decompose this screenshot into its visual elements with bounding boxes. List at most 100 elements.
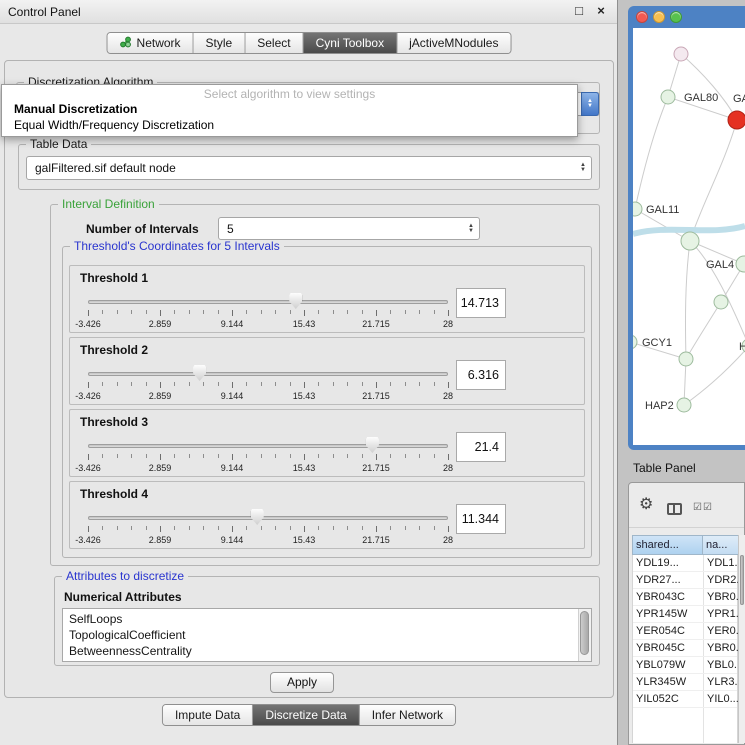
slider-tick <box>261 526 262 530</box>
scrollbar-thumb[interactable] <box>740 555 744 605</box>
table-row[interactable]: YBL079WYBL0... <box>633 657 737 674</box>
slider-tick <box>117 454 118 458</box>
slider-thumb[interactable] <box>366 437 379 453</box>
popup-option-manual-discretization[interactable]: Manual Discretization <box>2 101 577 117</box>
threshold-value-field[interactable]: 21.4 <box>456 432 506 462</box>
threshold-slider[interactable]: -3.4262.8599.14415.4321.71528 <box>88 436 448 476</box>
network-node[interactable] <box>681 232 699 250</box>
table-scrollbar[interactable] <box>738 535 745 743</box>
slider-tick <box>88 526 89 532</box>
tab-style[interactable]: Style <box>194 33 246 53</box>
number-of-intervals-combobox[interactable]: 5 ▲ ▼ <box>218 217 480 240</box>
gear-button[interactable]: ⚙ <box>639 497 653 513</box>
slider-track[interactable] <box>88 300 448 304</box>
table-row[interactable]: YBR043CYBR0... <box>633 589 737 606</box>
window-minimize-button[interactable] <box>653 11 665 23</box>
slider-tick <box>261 310 262 314</box>
node-label: GAL80 <box>684 92 718 104</box>
slider-tick <box>290 382 291 386</box>
window-zoom-button[interactable] <box>670 11 682 23</box>
network-node[interactable] <box>677 398 691 412</box>
slider-track[interactable] <box>88 444 448 448</box>
column-header-name[interactable]: na... <box>703 535 739 555</box>
network-edge[interactable] <box>685 241 690 359</box>
slider-tick <box>160 526 161 532</box>
popup-hint: Select algorithm to view settings <box>2 85 577 101</box>
attribute-item[interactable]: BetweennessCentrality <box>63 643 591 659</box>
slider-tick <box>203 526 204 530</box>
network-edge[interactable] <box>686 302 721 359</box>
network-node[interactable] <box>633 335 637 349</box>
toolbar-divider <box>629 527 744 528</box>
slider-thumb[interactable] <box>193 365 206 381</box>
network-edge[interactable] <box>684 346 745 405</box>
select-columns-icon[interactable]: ☑☑ <box>693 502 713 513</box>
slider-thumb[interactable] <box>251 509 264 525</box>
slider-tick <box>117 382 118 386</box>
threshold-slider[interactable]: -3.4262.8599.14415.4321.71528 <box>88 508 448 548</box>
tab-discretize-data[interactable]: Discretize Data <box>253 705 359 725</box>
slider-tick <box>174 454 175 458</box>
network-node[interactable] <box>714 295 728 309</box>
combo-stepper[interactable]: ▲ ▼ <box>468 224 474 234</box>
thresholds-label: Threshold's Coordinates for 5 Intervals <box>70 239 284 253</box>
table-row[interactable]: YLR345WYLR3... <box>633 674 737 691</box>
threshold-value-field[interactable]: 14.713 <box>456 288 506 318</box>
network-node[interactable] <box>728 111 745 129</box>
network-edge[interactable] <box>690 241 745 346</box>
network-edge[interactable] <box>690 120 737 241</box>
tab-impute-data[interactable]: Impute Data <box>163 705 253 725</box>
network-node[interactable] <box>633 202 642 216</box>
threshold-slider[interactable]: -3.4262.8599.14415.4321.71528 <box>88 364 448 404</box>
slider-tick <box>88 382 89 388</box>
network-node[interactable] <box>679 352 693 366</box>
network-edge[interactable] <box>635 97 668 209</box>
table-row[interactable]: YPR145WYPR1... <box>633 606 737 623</box>
threshold-value-field[interactable]: 11.344 <box>456 504 506 534</box>
tab-cyni-toolbox[interactable]: Cyni Toolbox <box>304 33 397 53</box>
tab-network[interactable]: Network <box>108 33 194 53</box>
attributes-scrollbar[interactable] <box>578 609 591 661</box>
slider-track[interactable] <box>88 372 448 376</box>
tab-jactivemnodules[interactable]: jActiveMNodules <box>397 33 510 53</box>
slider-tick <box>318 382 319 386</box>
float-button[interactable]: □ <box>571 3 587 18</box>
combo-stepper[interactable]: ▲ ▼ <box>580 163 586 173</box>
cell-shared-name: YPR145W <box>636 606 687 623</box>
network-edge[interactable] <box>681 54 737 120</box>
table-row[interactable]: YIL052CYIL0... <box>633 691 737 708</box>
network-canvas[interactable]: GAL80GAGAL11GAL4GCY1HHAP2 <box>633 28 745 445</box>
network-node[interactable] <box>661 90 675 104</box>
window-close-button[interactable] <box>636 11 648 23</box>
table-row[interactable]: YDR27...YDR2... <box>633 572 737 589</box>
slider-thumb[interactable] <box>289 293 302 309</box>
tab-infer-network[interactable]: Infer Network <box>360 705 455 725</box>
popup-option-equal-width-frequency-discretization[interactable]: Equal Width/Frequency Discretization <box>2 117 577 133</box>
slider-track[interactable] <box>88 516 448 520</box>
tick-label: 21.715 <box>362 535 390 545</box>
table-row[interactable]: YER054CYER0... <box>633 623 737 640</box>
scrollbar-thumb[interactable] <box>580 611 589 655</box>
combo-stepper[interactable]: ▲ ▼ <box>581 92 599 116</box>
attribute-item[interactable]: TopologicalCoefficient <box>63 627 591 643</box>
columns-button[interactable] <box>667 502 682 520</box>
slider-tick <box>304 382 305 388</box>
table-row[interactable]: YBR045CYBR0... <box>633 640 737 657</box>
network-window[interactable]: GAL80GAGAL11GAL4GCY1HHAP2 <box>628 6 745 450</box>
column-header-shared-name[interactable]: shared... <box>632 535 703 555</box>
control-panel-titlebar[interactable]: Control Panel □ × <box>0 0 617 24</box>
threshold-value-field[interactable]: 6.316 <box>456 360 506 390</box>
tab-label: Network <box>137 36 181 50</box>
tab-select[interactable]: Select <box>245 33 303 53</box>
table-row[interactable]: YDL19...YDL1... <box>633 555 737 572</box>
tick-label: 9.144 <box>221 463 244 473</box>
network-node[interactable] <box>736 256 745 272</box>
numerical-attributes-label: Numerical Attributes <box>64 590 182 604</box>
table-data-combobox[interactable]: galFiltered.sif default node ▲ ▼ <box>26 156 592 180</box>
network-node[interactable] <box>674 47 688 61</box>
slider-tick <box>189 310 190 314</box>
apply-button[interactable]: Apply <box>270 672 334 693</box>
threshold-slider[interactable]: -3.4262.8599.14415.4321.71528 <box>88 292 448 332</box>
attribute-item[interactable]: SelfLoops <box>63 611 591 627</box>
close-button[interactable]: × <box>593 3 609 18</box>
